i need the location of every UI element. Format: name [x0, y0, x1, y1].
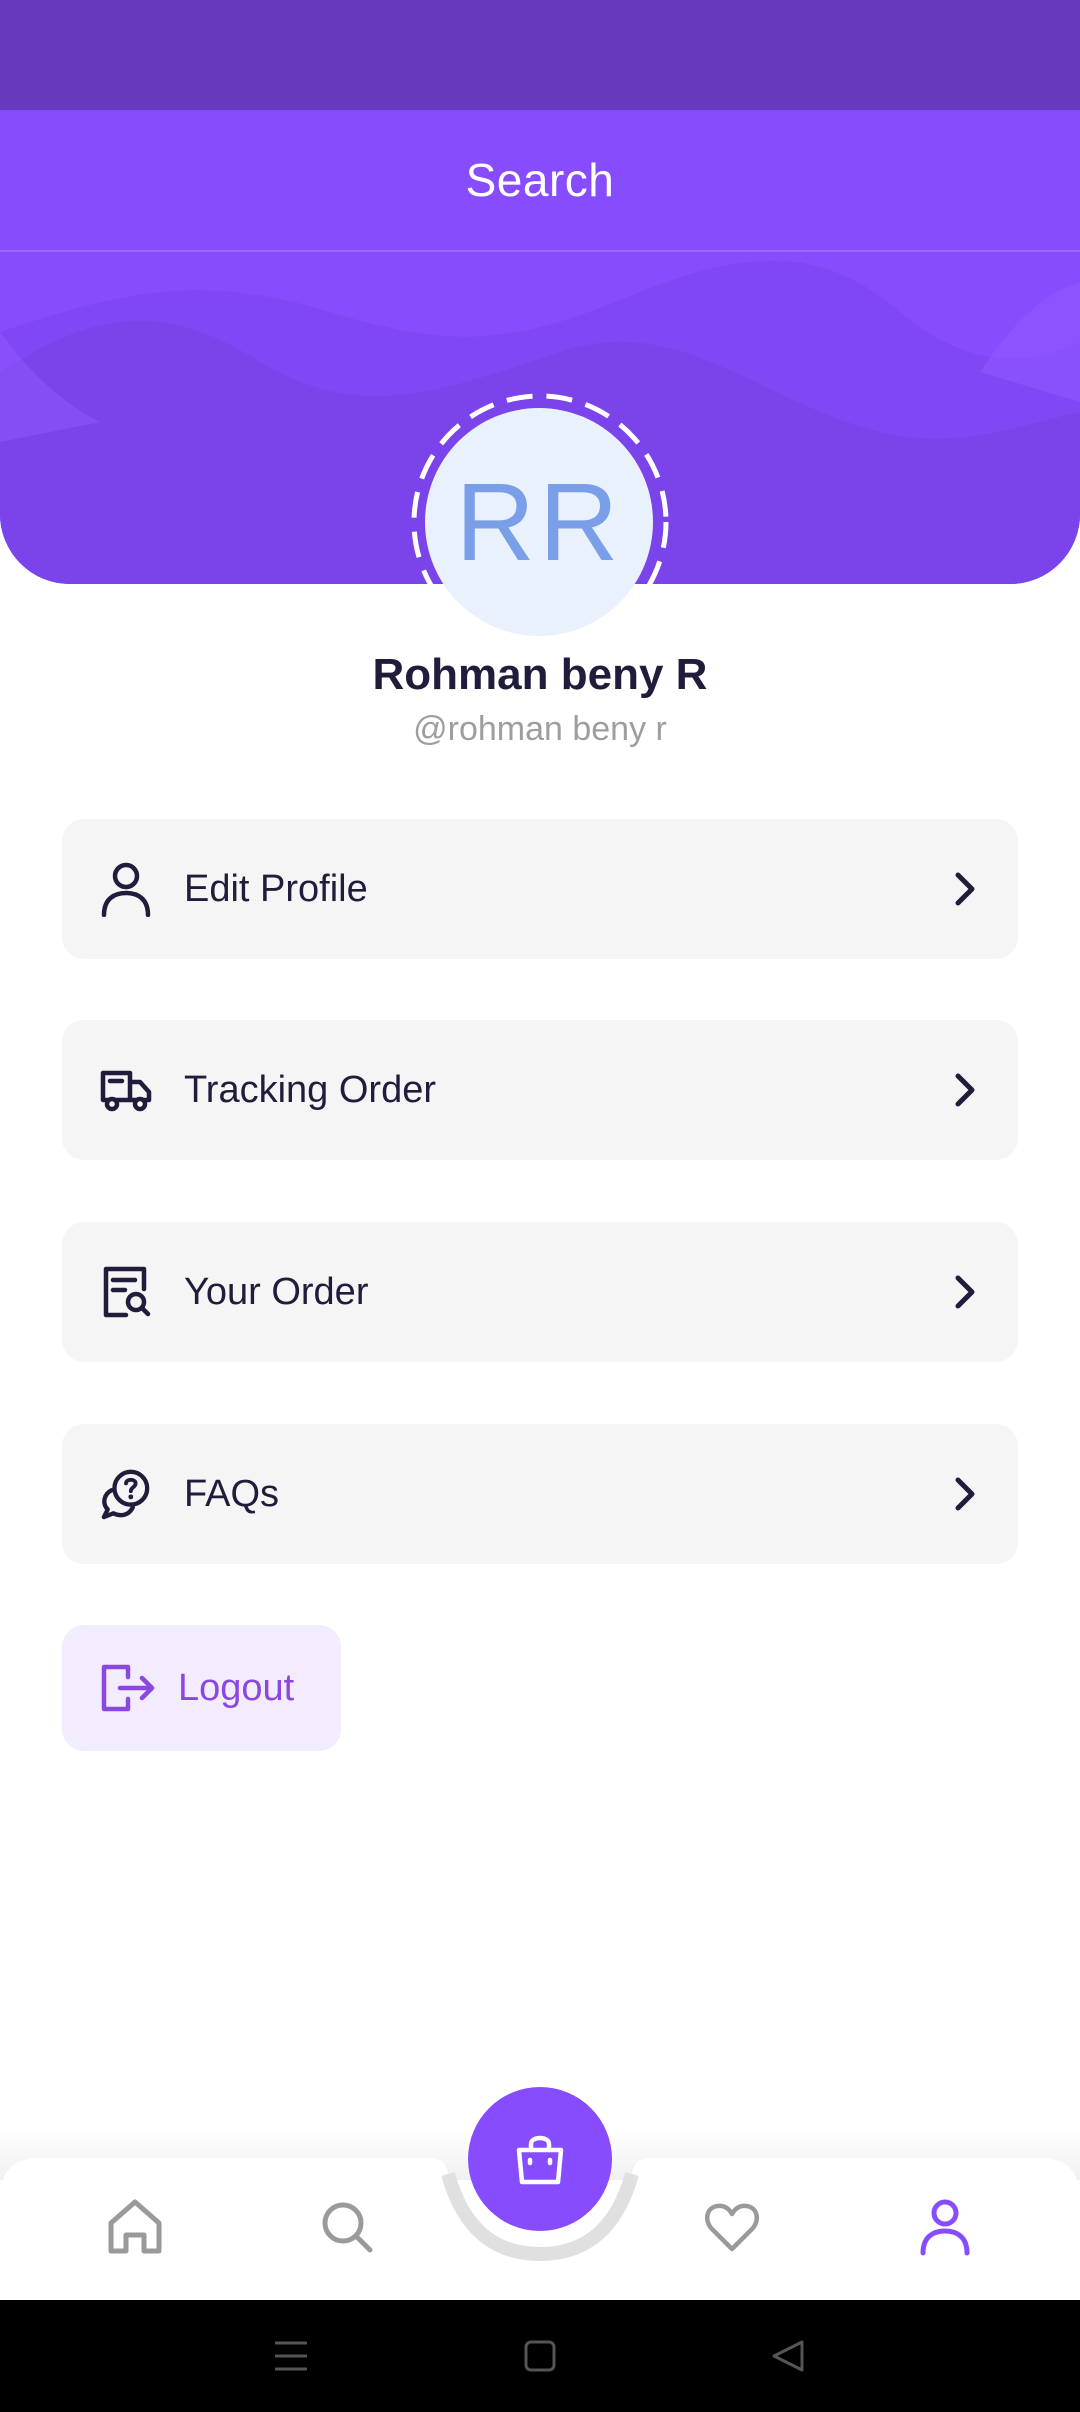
nav-search[interactable]: [312, 2192, 382, 2262]
menu-item-your-order[interactable]: Your Order: [62, 1222, 1018, 1362]
app-bar: Search: [0, 110, 1080, 252]
chevron-right-icon: [955, 1073, 975, 1107]
logout-icon: [101, 1664, 155, 1712]
profile-icon: [920, 2199, 970, 2256]
user-icon: [100, 862, 152, 917]
menu-item-label: Your Order: [184, 1270, 369, 1313]
back-triangle-icon: [772, 2340, 804, 2372]
menu-lines-icon: [275, 2341, 307, 2371]
chevron-right-icon: [955, 872, 975, 906]
system-menu-button[interactable]: [271, 2336, 311, 2376]
chevron-right-icon: [955, 1275, 975, 1309]
cart-fab-button[interactable]: [468, 2087, 612, 2231]
faq-chat-icon: [100, 1468, 152, 1520]
search-icon: [322, 2202, 373, 2253]
menu-item-faqs[interactable]: FAQs: [62, 1424, 1018, 1564]
logout-button[interactable]: Logout: [62, 1625, 341, 1751]
shopping-bag-icon: [516, 2135, 564, 2185]
logout-label: Logout: [178, 1666, 295, 1709]
system-home-button[interactable]: [520, 2336, 560, 2376]
app-bar-title[interactable]: Search: [466, 153, 615, 207]
profile-name: Rohman beny R: [372, 650, 708, 699]
menu-item-tracking-order[interactable]: Tracking Order: [62, 1020, 1018, 1160]
nav-home[interactable]: [100, 2192, 170, 2262]
menu-item-edit-profile[interactable]: Edit Profile: [62, 819, 1018, 959]
nav-favorites[interactable]: [697, 2192, 767, 2262]
square-icon: [524, 2340, 556, 2372]
menu-item-label: FAQs: [184, 1472, 280, 1515]
menu-item-label: Tracking Order: [184, 1068, 436, 1111]
menu-item-label: Edit Profile: [184, 867, 368, 910]
home-icon: [108, 2199, 162, 2254]
nav-profile[interactable]: [910, 2192, 980, 2262]
avatar-initials: RR: [455, 460, 623, 584]
system-back-button[interactable]: [768, 2336, 808, 2376]
chevron-right-icon: [955, 1477, 975, 1511]
avatar[interactable]: RR: [425, 408, 653, 636]
receipt-search-icon: [100, 1266, 152, 1318]
heart-icon: [704, 2203, 760, 2252]
truck-icon: [100, 1064, 152, 1116]
profile-handle: @rohman beny r: [413, 710, 667, 748]
status-bar: [0, 0, 1080, 110]
